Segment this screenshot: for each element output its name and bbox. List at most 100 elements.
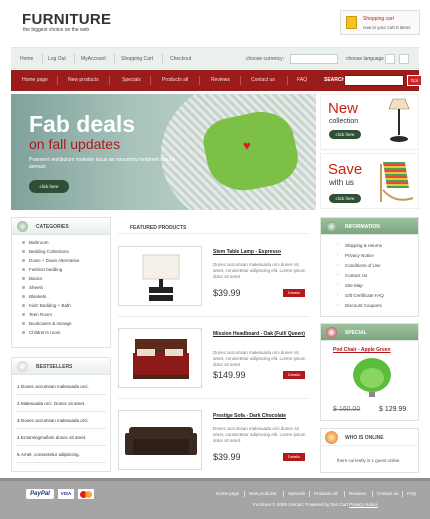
cart-info: now in your cart 0 items (363, 25, 411, 30)
nav-faq[interactable]: FAQ (297, 77, 307, 83)
bestseller-item[interactable]: Amet, consectetur adipiscing. (21, 452, 80, 457)
special-product-name[interactable]: Pod Chair - Apple Green (333, 347, 391, 353)
lamp-icon (388, 98, 410, 142)
details-button[interactable]: Details (283, 289, 305, 297)
new-collection-banner[interactable]: New collection click here (320, 94, 419, 150)
category-link[interactable]: Fashion bedding (29, 267, 62, 272)
information-link[interactable]: Gift Certificate FAQ (345, 293, 384, 298)
striped-chair-icon (380, 162, 414, 202)
product-description: Donec accumsan malesuada orci donec sit … (213, 426, 306, 443)
divider (199, 76, 200, 85)
category-link[interactable]: Basics (29, 276, 42, 281)
topnav-shopping-cart[interactable]: Shopping Cart (121, 56, 153, 62)
divider (16, 428, 106, 429)
bestseller-item[interactable]: Erosmingmullam donec sit amet. (21, 435, 86, 440)
paypal-logo: PayPal (26, 489, 54, 499)
privacy-notice-link[interactable]: Privacy Notice (349, 502, 378, 507)
special-header: SPECIAL (321, 324, 418, 341)
nav-home-page[interactable]: Home page (22, 77, 48, 83)
cart-title[interactable]: Shopping cart (363, 16, 394, 22)
categories-header: CATEGORIES (12, 218, 110, 235)
information-link[interactable]: Discount Coupons (345, 303, 382, 308)
product-description: Donec accumsan malesuada orci donec sit … (213, 350, 306, 367)
information-link[interactable]: Conditions of Use (345, 263, 381, 268)
footer-link-specials[interactable]: Specials (288, 491, 305, 496)
details-button[interactable]: Details (283, 371, 305, 379)
footer-link-home[interactable]: Home page (216, 491, 239, 496)
product-image-bed[interactable] (118, 328, 202, 388)
featured-products-title: FEATURED PRODUCTS (130, 225, 187, 231)
search-button[interactable]: Go! (407, 75, 422, 86)
footer-link-faq[interactable]: FAQ (407, 491, 416, 496)
information-header: INFORMATION (321, 218, 418, 235)
banner-new-button[interactable]: click here (329, 130, 361, 139)
information-link[interactable]: Site Map (345, 283, 363, 288)
product-image-lamp[interactable] (118, 246, 202, 306)
category-link[interactable]: Children's room (29, 330, 60, 335)
product-name[interactable]: Mission Headboard - Oak (Full/ Queen) (213, 331, 308, 338)
divider (16, 411, 106, 412)
category-link[interactable]: Blankets (29, 294, 46, 299)
product-price: $39.99 (213, 452, 241, 462)
nav-specials[interactable]: Specials (122, 77, 141, 83)
category-bullet-icon (22, 322, 25, 325)
category-link[interactable]: Bedding Collections (29, 249, 69, 254)
product-description: Donec accumsan malesuada orci donec sit … (213, 262, 306, 279)
product-image-sofa[interactable] (118, 410, 202, 470)
language-flag-1[interactable] (385, 54, 395, 64)
category-link[interactable]: Bathroom (29, 240, 49, 245)
bestsellers-icon (17, 361, 28, 372)
save-with-us-banner[interactable]: Save with us click here (320, 153, 419, 209)
information-link[interactable]: Contact Us (345, 273, 367, 278)
pod-chair-image[interactable] (349, 355, 395, 399)
product-price: $39.99 (213, 288, 241, 298)
hero-click-here-button[interactable]: click here (29, 180, 69, 193)
topnav-checkout[interactable]: Checkout (170, 56, 191, 62)
category-link[interactable]: Sheets (29, 285, 43, 290)
bestseller-item[interactable]: Donec accumsan malesuada orci. (21, 418, 89, 423)
category-link[interactable]: Teen Room (29, 312, 52, 317)
footer-link-new-products[interactable]: New products (249, 491, 277, 496)
product-card[interactable]: Mission Headboard - Oak (Full/ Queen) Do… (118, 328, 309, 390)
details-button[interactable]: Details (283, 453, 305, 461)
hero-banner[interactable]: ♥ Fab deals on fall updates Praesent ves… (11, 94, 316, 210)
category-link[interactable]: Kids' Bedding + Bath (29, 303, 71, 308)
banner-new-title: New (328, 100, 359, 117)
bestseller-item[interactable]: Malesuada orci. Donec sit amet. (21, 401, 85, 406)
footer-link-reviews[interactable]: Reviews (349, 491, 366, 496)
category-link[interactable]: Bookcases & storage (29, 321, 72, 326)
divider (283, 491, 284, 497)
currency-select[interactable] (290, 54, 338, 64)
information-link[interactable]: Shipping & returns (345, 243, 382, 248)
arrow-icon: › (337, 302, 339, 308)
who-is-online-header: WHO IS ONLINE (321, 429, 418, 446)
footer-link-products-all[interactable]: Products all (314, 491, 338, 496)
category-link[interactable]: Down + Down Alternative (29, 258, 79, 263)
language-flag-2[interactable] (399, 54, 409, 64)
categories-title: CATEGORIES (36, 224, 69, 230)
divider (150, 76, 151, 85)
product-price: $149.99 (213, 370, 246, 380)
product-name[interactable]: Prestige Sofa - Dark Chocolate (213, 413, 308, 420)
divider (244, 491, 245, 497)
site-logo[interactable]: FURNITURE (22, 11, 111, 28)
nav-new-products[interactable]: New products (68, 77, 99, 83)
nav-contact-us[interactable]: Contact us (251, 77, 275, 83)
banner-new-subtitle: collection (329, 118, 359, 125)
search-input[interactable] (344, 75, 404, 86)
shopping-cart-box[interactable]: Shopping cart now in your cart 0 items (340, 10, 420, 35)
product-card[interactable]: Prestige Sofa - Dark Chocolate Donec acc… (118, 410, 309, 472)
topnav-myaccount[interactable]: MyAccount (81, 56, 106, 62)
topnav-logout[interactable]: Log Out (48, 56, 66, 62)
banner-save-button[interactable]: click here (329, 194, 361, 203)
bestseller-item[interactable]: Donec accumsan malesuada orci. (21, 384, 89, 389)
categories-box: CATEGORIES (11, 217, 111, 348)
nav-products-all[interactable]: Products all (162, 77, 188, 83)
topnav-home[interactable]: Home (20, 56, 33, 62)
arrow-icon: › (337, 262, 339, 268)
product-name[interactable]: Stem Table Lamp - Espresso (213, 249, 308, 256)
footer-link-contact-us[interactable]: Contact us (377, 491, 399, 496)
nav-reviews[interactable]: Reviews (211, 77, 230, 83)
information-link[interactable]: Privacy Notice (345, 253, 374, 258)
product-card[interactable]: Stem Table Lamp - Espresso Donec accumsa… (118, 246, 309, 308)
